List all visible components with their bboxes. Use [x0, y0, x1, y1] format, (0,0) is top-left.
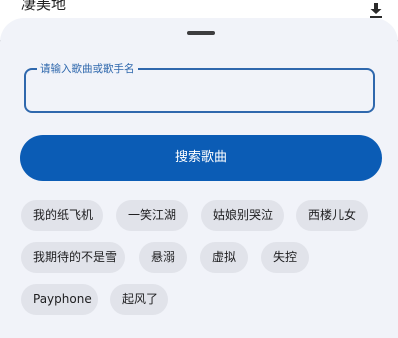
search-bottom-sheet: 请输入歌曲或歌手名 搜索歌曲 我的纸飞机 一笑江湖 姑娘别哭泣 西楼儿女 我期待…: [0, 18, 398, 338]
suggestion-chip[interactable]: 我期待的不是雪: [21, 242, 125, 273]
suggestion-chip[interactable]: 我的纸飞机: [21, 200, 103, 231]
background-song-title: 凄美地: [21, 0, 67, 13]
search-input[interactable]: [38, 76, 362, 108]
search-button[interactable]: 搜索歌曲: [20, 135, 382, 181]
suggestion-chip[interactable]: 悬溺: [139, 242, 187, 273]
suggestion-chip[interactable]: 失控: [261, 242, 309, 273]
suggestion-chip[interactable]: 西楼儿女: [296, 200, 368, 231]
search-field[interactable]: 请输入歌曲或歌手名: [24, 62, 375, 113]
suggestion-chip[interactable]: Payphone: [21, 284, 98, 315]
download-icon[interactable]: [369, 3, 383, 19]
drag-handle[interactable]: [187, 31, 215, 35]
search-field-label: 请输入歌曲或歌手名: [37, 62, 138, 76]
suggestion-chip[interactable]: 一笑江湖: [116, 200, 188, 231]
suggestion-chip[interactable]: 姑娘别哭泣: [201, 200, 284, 231]
suggestion-chip[interactable]: 起风了: [110, 284, 168, 315]
suggestion-chip[interactable]: 虚拟: [200, 242, 248, 273]
